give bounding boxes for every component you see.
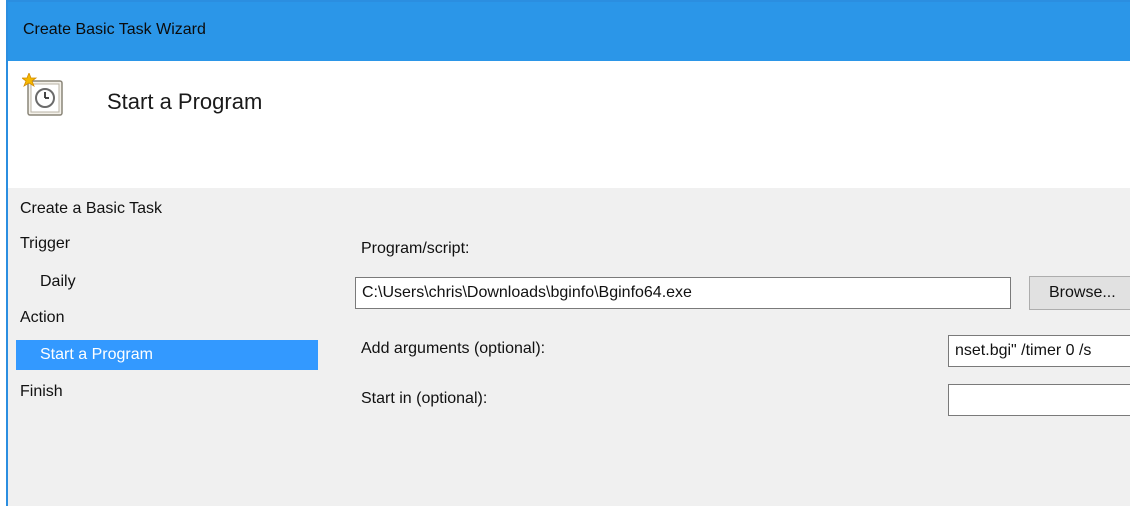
step-start-a-program: Start a Program xyxy=(16,340,318,370)
wizard-window: Create Basic Task Wizard Start a Program… xyxy=(6,0,1130,506)
title-bar[interactable]: Create Basic Task Wizard xyxy=(8,2,1130,61)
step-create-basic-task: Create a Basic Task xyxy=(20,200,162,217)
wizard-steps: Create a Basic Task Trigger Daily Action… xyxy=(8,188,328,506)
window-title: Create Basic Task Wizard xyxy=(23,21,206,38)
program-script-input[interactable] xyxy=(355,277,1011,309)
arguments-input[interactable] xyxy=(948,335,1130,367)
wizard-header: Start a Program xyxy=(8,61,1130,188)
step-trigger: Trigger xyxy=(20,235,71,252)
program-script-label: Program/script: xyxy=(361,240,470,257)
step-action: Action xyxy=(20,309,65,326)
browse-button[interactable]: Browse... xyxy=(1029,276,1130,310)
start-in-label: Start in (optional): xyxy=(361,390,488,407)
arguments-label: Add arguments (optional): xyxy=(361,340,546,357)
page-heading: Start a Program xyxy=(107,89,263,114)
start-in-input[interactable] xyxy=(948,384,1130,416)
task-scheduler-icon xyxy=(22,73,63,116)
step-daily: Daily xyxy=(40,273,76,290)
step-finish: Finish xyxy=(20,383,63,400)
